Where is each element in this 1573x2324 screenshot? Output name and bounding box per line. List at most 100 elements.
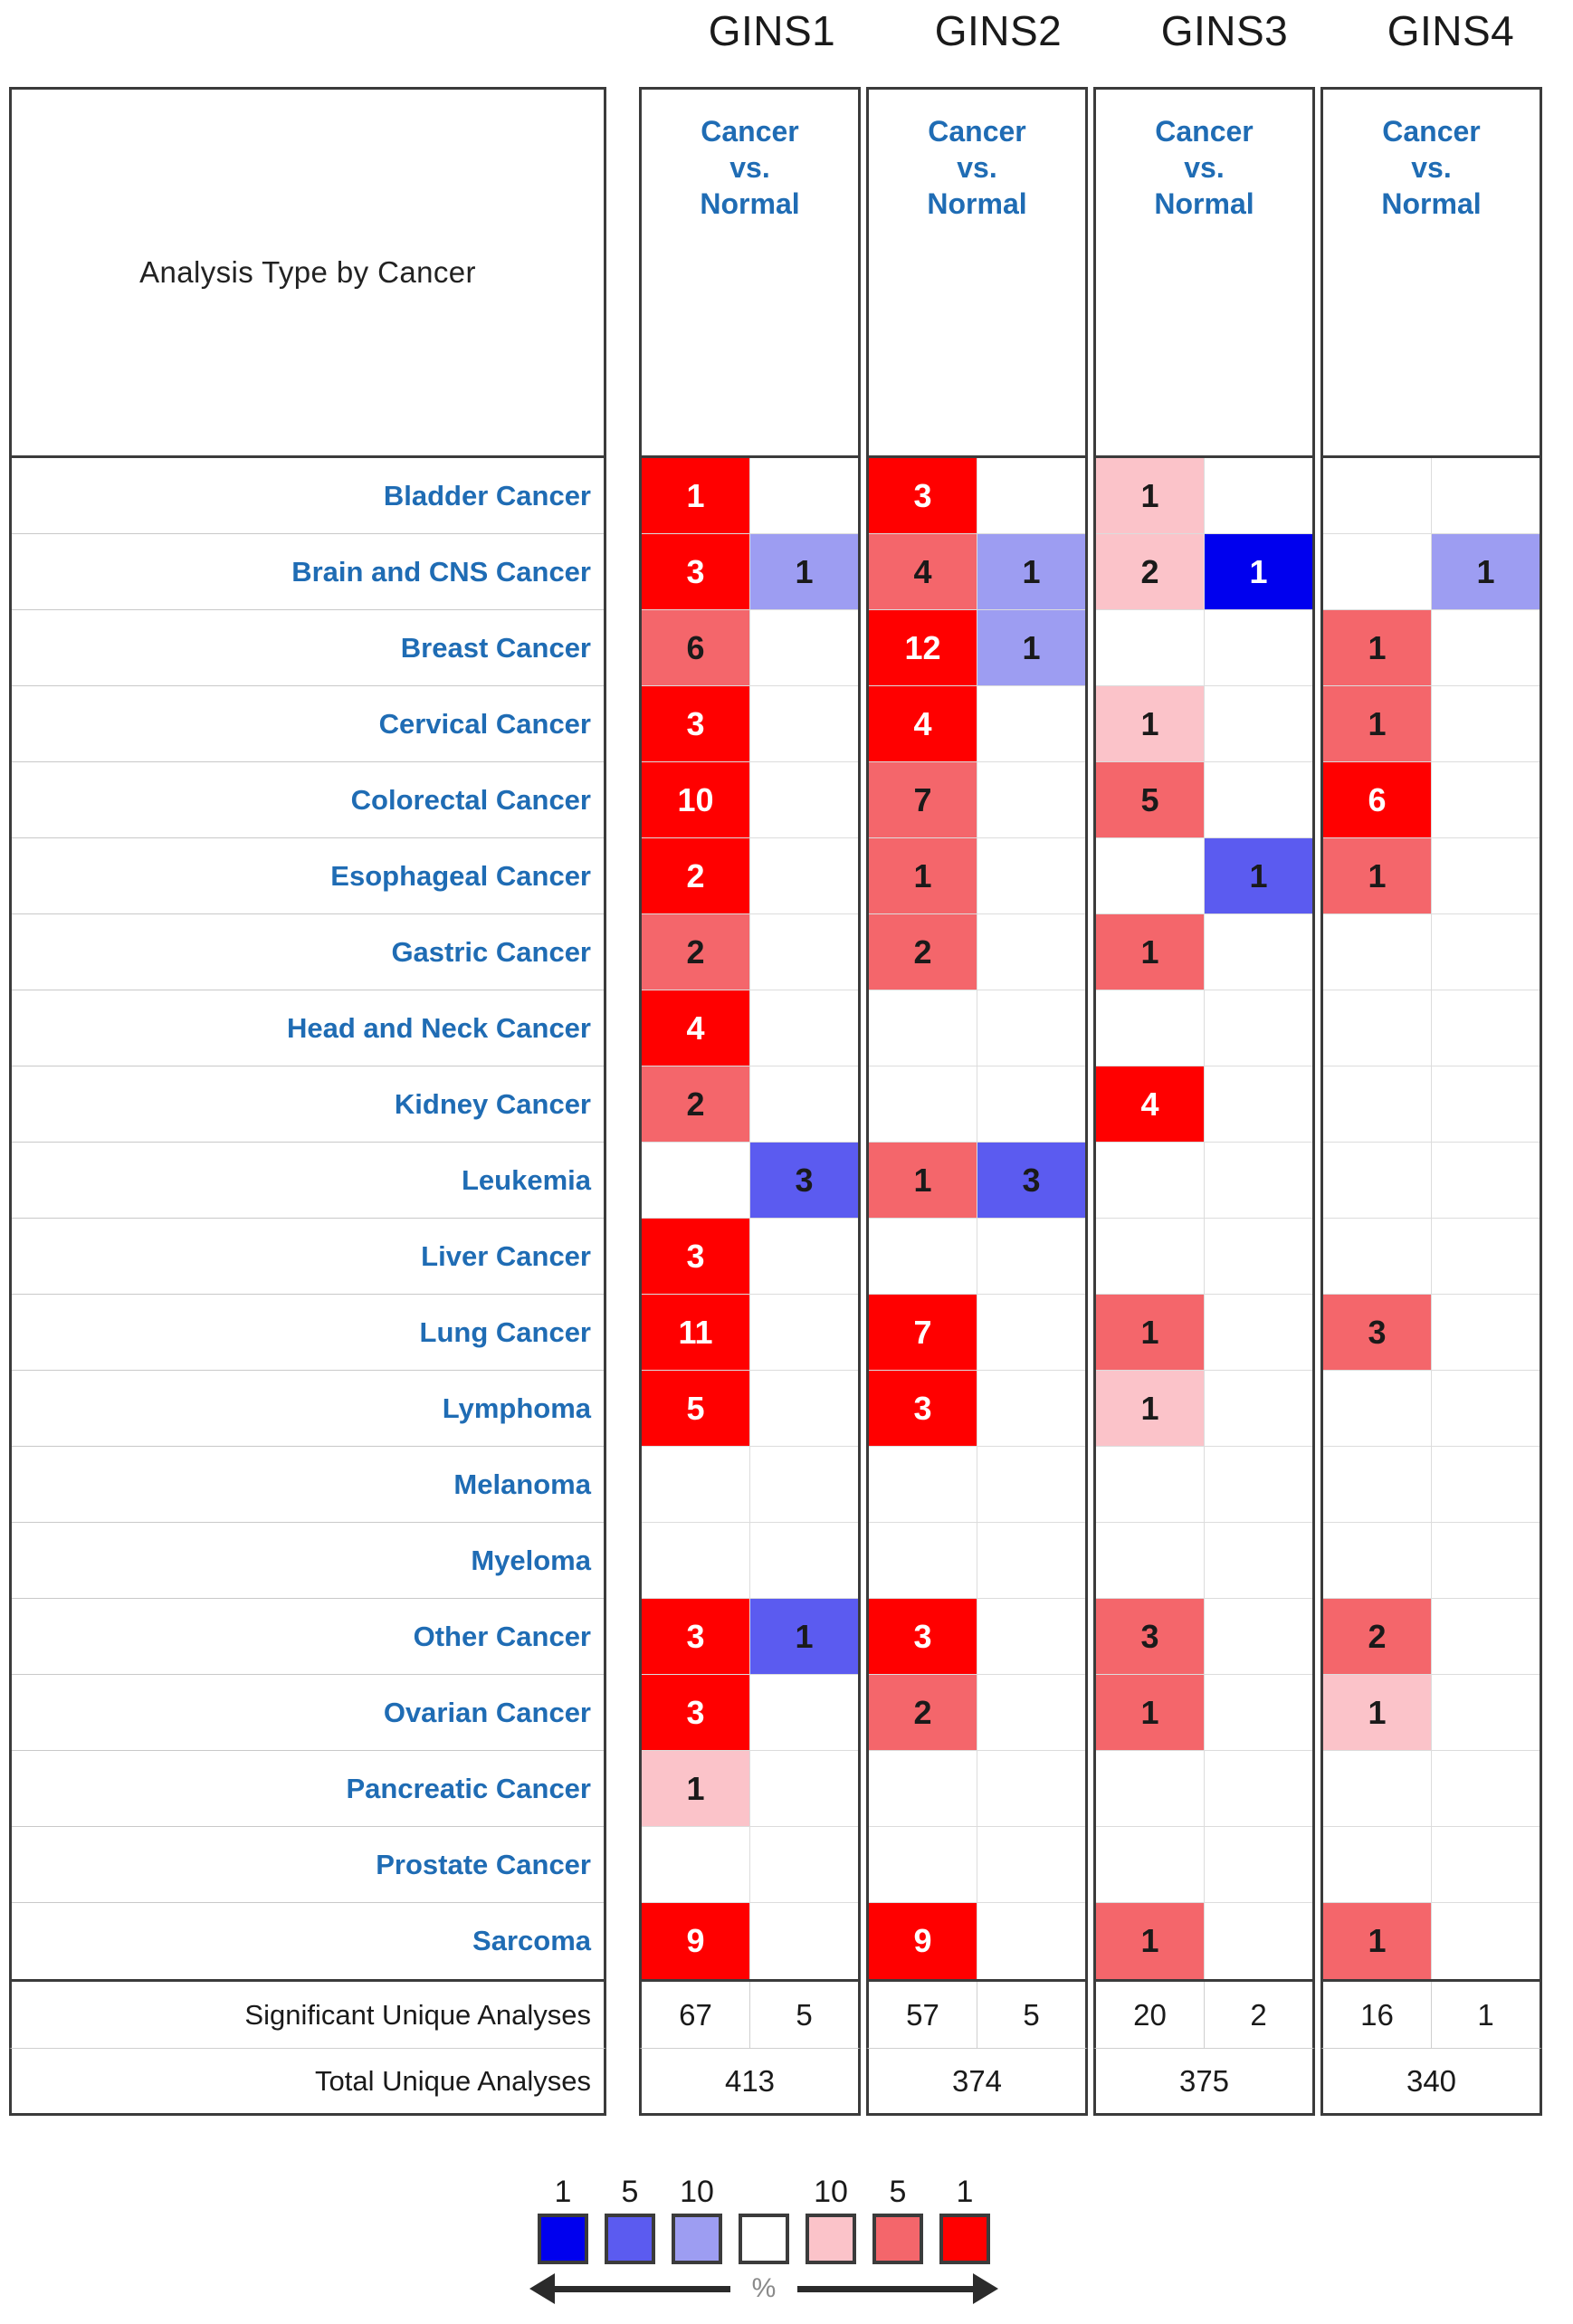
heatmap-cell[interactable] [1432,610,1540,685]
heatmap-cell[interactable] [1205,762,1312,837]
heatmap-cell[interactable]: 1 [1096,1675,1205,1750]
heatmap-cell[interactable]: 2 [642,914,750,990]
heatmap-cell[interactable] [1096,610,1205,685]
row-label[interactable]: Ovarian Cancer [12,1675,604,1751]
heatmap-cell[interactable]: 1 [1205,534,1312,609]
heatmap-cell[interactable] [1432,1295,1540,1370]
heatmap-cell[interactable]: 4 [642,990,750,1066]
heatmap-cell[interactable] [750,1523,858,1598]
heatmap-cell[interactable] [1096,1143,1205,1218]
heatmap-cell[interactable] [750,1066,858,1142]
heatmap-cell[interactable] [1323,1751,1432,1826]
heatmap-cell[interactable] [1096,1751,1205,1826]
heatmap-cell[interactable] [642,1447,750,1522]
heatmap-cell[interactable]: 1 [977,610,1085,685]
heatmap-cell[interactable] [1096,1447,1205,1522]
heatmap-cell[interactable] [977,1219,1085,1294]
heatmap-cell[interactable] [1432,1751,1540,1826]
heatmap-cell[interactable] [1096,1523,1205,1598]
heatmap-cell[interactable]: 1 [1432,534,1540,609]
heatmap-cell[interactable]: 1 [1323,1903,1432,1979]
heatmap-cell[interactable] [750,1751,858,1826]
heatmap-cell[interactable] [1205,1599,1312,1674]
heatmap-cell[interactable]: 1 [642,458,750,533]
heatmap-cell[interactable]: 1 [977,534,1085,609]
heatmap-cell[interactable]: 3 [642,1219,750,1294]
heatmap-cell[interactable] [750,990,858,1066]
heatmap-cell[interactable] [869,1827,977,1902]
heatmap-cell[interactable] [1323,1219,1432,1294]
heatmap-cell[interactable] [1205,1143,1312,1218]
heatmap-cell[interactable] [750,686,858,761]
heatmap-cell[interactable] [1205,1523,1312,1598]
row-label[interactable]: Liver Cancer [12,1219,604,1295]
heatmap-cell[interactable] [750,1903,858,1979]
heatmap-cell[interactable]: 1 [1205,838,1312,913]
heatmap-cell[interactable]: 4 [1096,1066,1205,1142]
heatmap-cell[interactable] [1432,990,1540,1066]
heatmap-cell[interactable]: 2 [869,914,977,990]
heatmap-cell[interactable]: 6 [642,610,750,685]
row-label[interactable]: Esophageal Cancer [12,838,604,914]
heatmap-cell[interactable] [977,1371,1085,1446]
heatmap-cell[interactable]: 3 [642,1675,750,1750]
heatmap-cell[interactable] [1205,1903,1312,1979]
heatmap-cell[interactable] [977,686,1085,761]
heatmap-cell[interactable]: 1 [869,1143,977,1218]
heatmap-cell[interactable]: 3 [869,1371,977,1446]
heatmap-cell[interactable] [750,762,858,837]
heatmap-cell[interactable] [1432,1599,1540,1674]
heatmap-cell[interactable] [869,1447,977,1522]
heatmap-cell[interactable]: 9 [869,1903,977,1979]
heatmap-cell[interactable] [1096,1827,1205,1902]
heatmap-cell[interactable] [1432,914,1540,990]
row-label[interactable]: Brain and CNS Cancer [12,534,604,610]
row-label[interactable]: Prostate Cancer [12,1827,604,1903]
heatmap-cell[interactable]: 1 [750,1599,858,1674]
heatmap-cell[interactable] [869,1219,977,1294]
heatmap-cell[interactable]: 9 [642,1903,750,1979]
heatmap-cell[interactable] [977,1295,1085,1370]
heatmap-cell[interactable] [977,762,1085,837]
heatmap-cell[interactable] [977,1066,1085,1142]
heatmap-cell[interactable] [1432,838,1540,913]
heatmap-cell[interactable]: 5 [642,1371,750,1446]
heatmap-cell[interactable]: 5 [1096,762,1205,837]
heatmap-cell[interactable]: 4 [869,534,977,609]
heatmap-cell[interactable] [1432,458,1540,533]
heatmap-cell[interactable] [1096,1219,1205,1294]
heatmap-cell[interactable]: 3 [977,1143,1085,1218]
heatmap-cell[interactable]: 10 [642,762,750,837]
heatmap-cell[interactable]: 2 [1096,534,1205,609]
row-label[interactable]: Leukemia [12,1143,604,1219]
heatmap-cell[interactable]: 1 [750,534,858,609]
heatmap-cell[interactable] [1323,1447,1432,1522]
heatmap-cell[interactable] [642,1523,750,1598]
row-label[interactable]: Colorectal Cancer [12,762,604,838]
heatmap-cell[interactable] [977,1599,1085,1674]
heatmap-cell[interactable]: 4 [869,686,977,761]
heatmap-cell[interactable]: 12 [869,610,977,685]
heatmap-cell[interactable] [750,838,858,913]
heatmap-cell[interactable]: 3 [1323,1295,1432,1370]
heatmap-cell[interactable] [1323,990,1432,1066]
heatmap-cell[interactable]: 1 [869,838,977,913]
heatmap-cell[interactable] [1096,990,1205,1066]
heatmap-cell[interactable] [750,1675,858,1750]
heatmap-cell[interactable]: 7 [869,1295,977,1370]
heatmap-cell[interactable] [1323,1523,1432,1598]
heatmap-cell[interactable] [869,1066,977,1142]
heatmap-cell[interactable] [750,1219,858,1294]
heatmap-cell[interactable] [977,1447,1085,1522]
heatmap-cell[interactable] [869,990,977,1066]
heatmap-cell[interactable] [977,990,1085,1066]
heatmap-cell[interactable] [750,1447,858,1522]
heatmap-cell[interactable] [977,458,1085,533]
heatmap-cell[interactable] [1205,1827,1312,1902]
heatmap-cell[interactable]: 1 [1096,1903,1205,1979]
heatmap-cell[interactable] [642,1827,750,1902]
heatmap-cell[interactable] [1432,1523,1540,1598]
heatmap-cell[interactable]: 2 [642,838,750,913]
heatmap-cell[interactable] [869,1751,977,1826]
heatmap-cell[interactable]: 3 [642,534,750,609]
